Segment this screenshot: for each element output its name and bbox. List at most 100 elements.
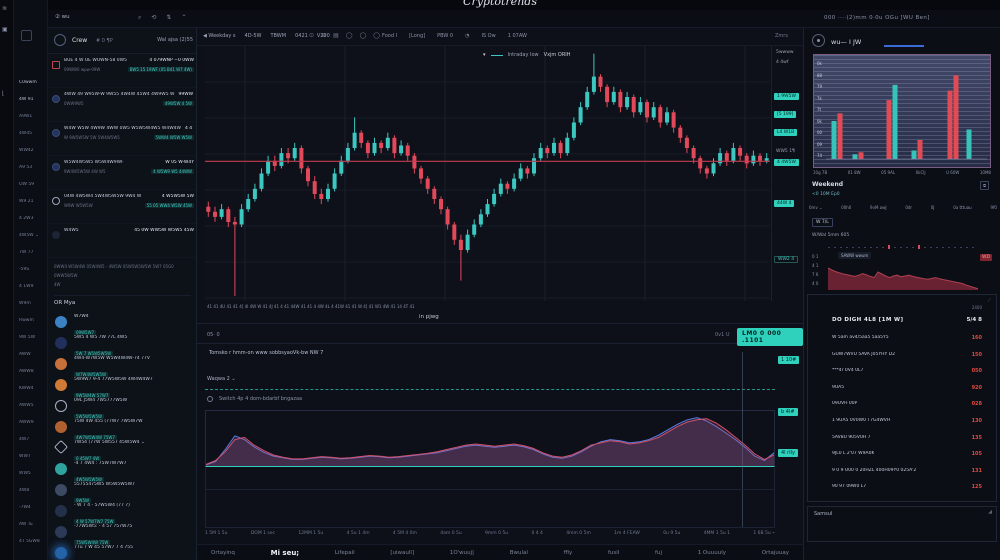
right-tab-6[interactable]: 9f0: [990, 205, 997, 210]
coin-row[interactable]: 5W5 4 W5 7W 77L 4W55W 7 W5W5W5W: [48, 333, 197, 354]
ticker-item[interactable]: 4W8: [14, 488, 48, 505]
ticker-item[interactable]: WW42: [14, 148, 48, 165]
win-loss-toggle[interactable]: W 7/L: [812, 218, 833, 227]
rail-icon-2[interactable]: ⌊: [2, 90, 4, 97]
ticker-item[interactable]: W9m: [14, 301, 48, 318]
watchlist-row[interactable]: BUE 4 W UE WUWN-58 0W54 079WNP −0 0WW09W…: [48, 54, 197, 88]
toolbar-icon-4[interactable]: ◯: [359, 32, 366, 39]
toolbar-icon-0[interactable]: ⊙: [309, 32, 314, 39]
bottom-nav-item-9[interactable]: 1 Ouuuuly: [698, 550, 726, 556]
toolbar-item-3[interactable]: 0421: [295, 33, 308, 39]
right-tab-1[interactable]: 00h0: [841, 205, 851, 210]
watchlist-row[interactable]: W4W W5W 4W9W 4WW 0W5 W5W5W4W5 W4W4W4 4 W…: [48, 122, 197, 156]
toolbar-tab-1[interactable]: [Long]: [409, 33, 425, 39]
ticker-item[interactable]: 4 2W3: [14, 216, 48, 233]
right-tab-2[interactable]: 9vM awJ: [870, 205, 887, 210]
bottom-nav-item-3[interactable]: [uiwaull]: [390, 550, 414, 556]
toolbar-icon-1[interactable]: ⊖: [321, 32, 326, 39]
bottom-nav-item-1[interactable]: Mi seu;: [271, 549, 300, 557]
candlestick-chart[interactable]: ▾ Intraday Iow Vxjm ORIH: [205, 46, 770, 301]
volume-bar-chart[interactable]: 0k88797k7t0k000974: [813, 54, 991, 168]
ticker-item[interactable]: 4W45: [14, 131, 48, 148]
bottom-nav-item-4[interactable]: 1O'wuuj|: [450, 550, 474, 556]
ticker-item[interactable]: WW7: [14, 454, 48, 471]
price-scale[interactable]: 5wwww4 4wf1 9W5W[5 199]L4 W1BWW5 1¶4 4W5…: [771, 46, 803, 301]
logo-icon[interactable]: [54, 34, 66, 46]
bottom-nav-item-2[interactable]: Lifepail: [335, 550, 355, 556]
table-row-text[interactable]: 9JL0 L 2'07 W9A0K: [832, 451, 874, 456]
coin-row[interactable]: 09L J5W4 7W5777W5W5W5W5W5W: [48, 396, 197, 417]
ticker-item[interactable]: 4W 91: [14, 97, 48, 114]
ticker-item[interactable]: Rwwm: [14, 318, 48, 335]
rail-icon-0[interactable]: ≋: [2, 5, 7, 12]
toolbar-tab-0[interactable]: Food I: [382, 33, 397, 39]
rail-icon-1[interactable]: ▣: [2, 26, 8, 33]
watchlist-row[interactable]: 4WW 49 W95W-W 9W55 4W4W 45W4 4W9W5 W99WW…: [48, 88, 197, 122]
note-input-box[interactable]: Samsul ◢: [807, 506, 997, 542]
coin-row[interactable]: - W 7 4 - 57W5W4 (77 7)4 W 57W7W7 75W: [48, 501, 197, 522]
bottom-nav-item-10[interactable]: Ortajuuay: [762, 550, 789, 556]
coin-row[interactable]: W7W409W5W7: [48, 312, 197, 333]
expand-icon[interactable]: ⧉: [980, 181, 989, 190]
ticker-item[interactable]: AWW8: [14, 369, 48, 386]
toolbar-item-2[interactable]: TBWM: [271, 33, 287, 39]
table-row-text[interactable]: ***4r 0V4 0L7: [832, 368, 863, 373]
coin-row[interactable]: -4 7 4W4 : 75W7W7W74W5W5W5W: [48, 459, 197, 480]
coin-row[interactable]: 75W 4W 455 (77W7 7W5W7W4W7W5W4W 75W7: [48, 417, 197, 438]
table-row-text[interactable]: 5AV8U 905V0H 7: [832, 435, 871, 440]
ticker-item[interactable]: -7W4: [14, 505, 48, 522]
toolbar-icon-2[interactable]: ▤: [333, 32, 339, 39]
coin-row[interactable]: 77u 7 W 45 57W7 7 4 7554W7W5W5W: [48, 543, 197, 560]
toolbar-tab-5[interactable]: 1 07AW: [508, 33, 527, 39]
coin-row[interactable]: 7W54 (77W 5W557 45W5W4 ⌄0 45W7 4W: [48, 438, 197, 459]
table-row-text[interactable]: 1 9UA5 0V0W0 T7G4WVH: [832, 418, 890, 423]
workspace-icon[interactable]: [21, 30, 32, 41]
topbar-icon-3[interactable]: ⌃: [181, 14, 186, 22]
ticker-item[interactable]: AWW9: [14, 420, 48, 437]
coin-row[interactable]: 55755475W5 W5W5W5W79W5W: [48, 480, 197, 501]
table-row-text[interactable]: GUW7WVU 5AVA J05YHY D2: [832, 352, 895, 357]
table-corner-icon[interactable]: ⟋: [987, 298, 991, 304]
topbar-icon-1[interactable]: ⟲: [151, 14, 156, 22]
ticker-item[interactable]: C0wwm: [14, 80, 48, 97]
ticker-item[interactable]: 4 1W9: [14, 284, 48, 301]
toolbar-icon-3[interactable]: ◯: [346, 32, 353, 39]
table-row-text[interactable]: 90 97 09W0 L7: [832, 484, 866, 489]
toolbar-tab-3[interactable]: ◔: [465, 33, 469, 39]
toolbar-tab-2[interactable]: PBW 0: [437, 33, 453, 39]
bottom-nav-item-0[interactable]: Ortayinq: [211, 550, 235, 556]
coin-row[interactable]: 4W4-W7W5W W5W4W4W-74 77VW7W4W5W5W: [48, 354, 197, 375]
ticker-item[interactable]: 4T 5GW8: [14, 539, 48, 556]
ticker-item[interactable]: AWW: [14, 352, 48, 369]
toolbar-tab-4[interactable]: IS Ow: [481, 33, 495, 39]
watchlist-row[interactable]: 04W 4W5W4 5W4W5W5W 9W4 W4 W5W5W 5WW9W W5…: [48, 190, 197, 224]
right-tab-3[interactable]: 0dr: [905, 205, 912, 210]
switch-row[interactable]: Switch 4p 4 dom-bdarbf bngazaa: [207, 396, 302, 402]
bottom-nav-item-6[interactable]: ffly: [564, 550, 573, 556]
volume-area-chart[interactable]: [205, 410, 775, 467]
ticker-item[interactable]: 9W 5W: [14, 335, 48, 352]
coin-row[interactable]: -77W5W5: - 4 57 757W7575W5W4W 75W: [48, 522, 197, 543]
toolbar-item-0[interactable]: ◀ Weekday s: [203, 33, 236, 39]
ticker-item[interactable]: -59S: [14, 267, 48, 284]
table-row-text[interactable]: W 5am av4/5aa5 5aa5Y5: [832, 335, 889, 340]
ticker-item[interactable]: KWW4: [14, 386, 48, 403]
watchlist-row[interactable]: W5W4W5W5 W5W4W9WFW 05 W-W4Y9W4W5W5W 4W W…: [48, 156, 197, 190]
bottom-nav-item-5[interactable]: Bwulal: [510, 550, 528, 556]
ticker-item[interactable]: 4W5W ⌄: [14, 233, 48, 250]
table-row-text[interactable]: 9 0 9 U00 0 20HZL 400H09Y0 025A'2: [832, 468, 916, 473]
clock-icon[interactable]: [812, 34, 825, 47]
ticker-item[interactable]: W9 21: [14, 199, 48, 216]
ticker-item[interactable]: A9W1: [14, 114, 48, 131]
table-row-text[interactable]: 9UA5: [832, 385, 844, 390]
coin-row[interactable]: 5W9W7 9-4 77W5W5W 4W4W4W79W5W4W 57W7: [48, 375, 197, 396]
ticker-item[interactable]: AWW5: [14, 403, 48, 420]
resize-icon[interactable]: ◢: [988, 509, 992, 515]
right-tab-0[interactable]: 0mv ⌄: [809, 205, 822, 210]
ticker-item[interactable]: 7W 77: [14, 250, 48, 267]
topbar-icon-0[interactable]: ⌕: [138, 14, 141, 22]
right-tab-4[interactable]: 0J: [931, 205, 935, 210]
bottom-nav-item-8[interactable]: fuj: [655, 550, 662, 556]
watchlist-header-icons[interactable]: # 0 ¶P: [96, 38, 113, 44]
watchlist-row[interactable]: W4W545 0W WW5W W5W5 45W: [48, 224, 197, 258]
